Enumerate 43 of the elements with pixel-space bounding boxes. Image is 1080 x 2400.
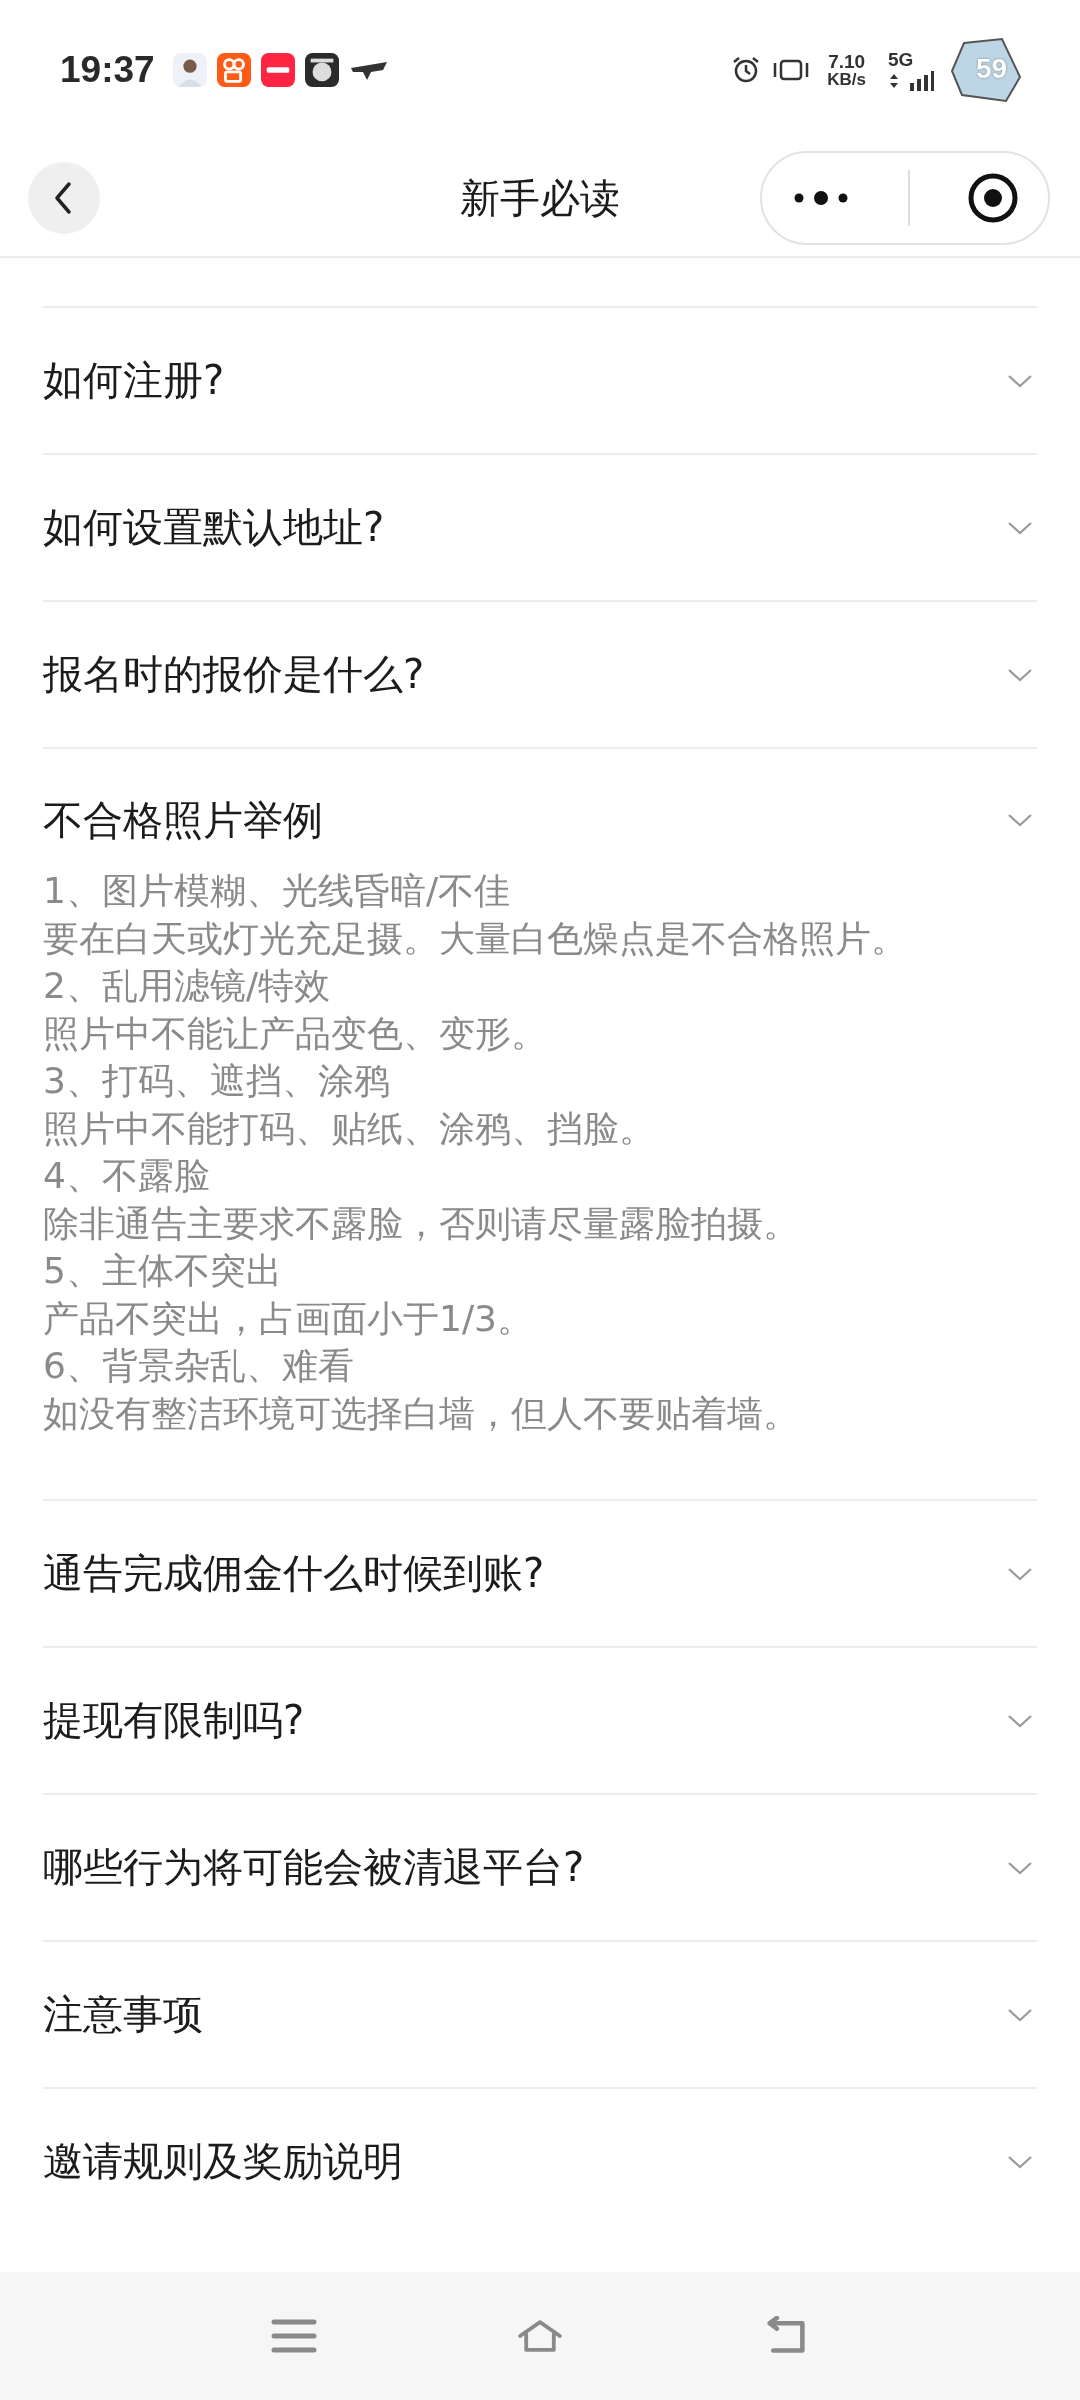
chevron-down-icon [1007, 372, 1033, 389]
network-label: 5G [888, 49, 914, 69]
answer-text: 4、不露脸 [43, 1154, 211, 1198]
faq-item[interactable]: 报名时的报价是什么? [43, 602, 1037, 747]
answer-text: 照片中不能打码、贴纸、涂鸦、挡脸。 [43, 1106, 656, 1151]
chevron-down-icon [1007, 2006, 1033, 2023]
close-icon[interactable] [967, 172, 1020, 224]
signal-icon [888, 70, 934, 91]
answer-text: 6、背景杂乱、难看 [43, 1344, 355, 1388]
faq-item[interactable]: 哪些行为将可能会被清退平台? [43, 1795, 1037, 1940]
status-time: 19:37 [60, 49, 155, 91]
answer-text: 产品不突出，占画面小于1/3。 [43, 1296, 534, 1341]
chevron-down-icon [1007, 1565, 1033, 1582]
answer-text: 除非通告主要求不露脸，否则请尽量露脸拍摄。 [43, 1201, 800, 1246]
chevron-down-icon [1007, 519, 1033, 536]
faq-item[interactable]: 不合格照片举例 [43, 749, 1037, 867]
chevron-down-icon [1007, 666, 1033, 683]
faq-item[interactable]: 通告完成佣金什么时候到账? [43, 1501, 1037, 1646]
notes-app-icon [260, 53, 295, 87]
faq-item[interactable]: 如何注册? [43, 308, 1037, 453]
speed-value: 7.10 [828, 52, 866, 71]
chevron-down-icon [1007, 812, 1033, 828]
faq-item[interactable]: 如何设置默认地址? [43, 455, 1037, 600]
faq-item[interactable]: 注意事项 [43, 1942, 1037, 2087]
speed-unit: KB/s [827, 71, 866, 88]
answer-text: 3、打码、遮挡、涂鸦 [43, 1059, 391, 1103]
answer-text: 要在白天或灯光充足摄。大量白色燥点是不合格照片。 [43, 916, 908, 961]
chevron-down-icon [1007, 1859, 1033, 1876]
chevron-down-icon [1007, 1712, 1033, 1729]
answer-text: 如没有整洁环境可选择白墙，但人不要贴着墙。 [43, 1391, 800, 1436]
answer-text: 1、图片模糊、光线昏暗/不佳 [43, 869, 512, 913]
video-app-icon [216, 53, 251, 87]
chevron-down-icon [1007, 2153, 1033, 2170]
faq-item[interactable]: 提现有限制吗? [43, 1648, 1037, 1793]
answer-text: 2、乱用滤镜/特效 [43, 964, 332, 1008]
answer-text: 5、主体不突出 [43, 1249, 283, 1293]
avatar-app-icon [172, 53, 207, 87]
page-title: 新手必读 [460, 173, 620, 223]
answer-text: 照片中不能让产品变色、变形。 [43, 1011, 548, 1056]
faq-item[interactable]: 邀请规则及奖励说明 [43, 2089, 1037, 2234]
fan-app-icon [304, 53, 339, 87]
battery-level: 59 [976, 53, 1008, 85]
battery-gem-icon [950, 37, 1022, 103]
